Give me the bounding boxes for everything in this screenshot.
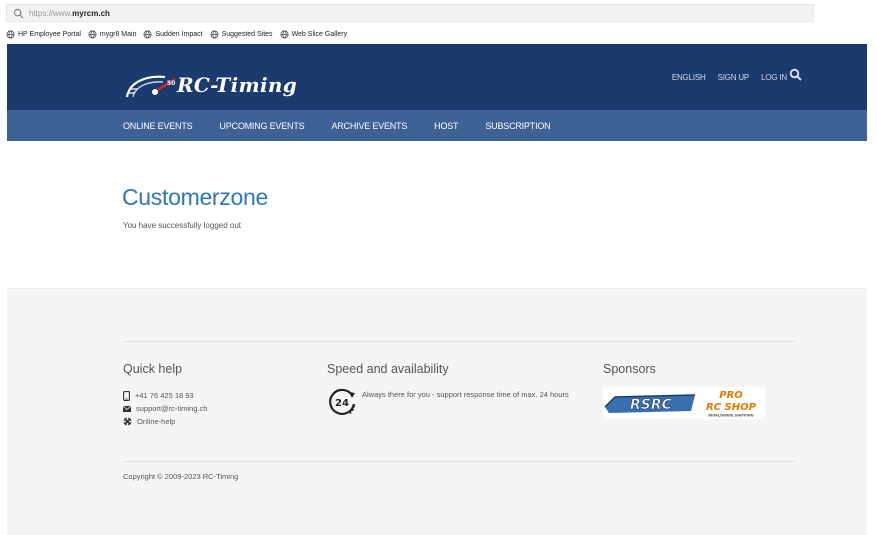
sponsors-title: Sponsors <box>603 362 656 376</box>
speed-title: Speed and availability <box>327 362 449 376</box>
favorite-web-slice-gallery[interactable]: Web Slice Gallery <box>280 30 348 39</box>
favorite-label: HP Employee Portal <box>18 30 81 38</box>
footer-divider <box>123 461 795 462</box>
nav-subscription[interactable]: SUBSCRIPTION <box>485 121 550 131</box>
favorite-label: Web Slice Gallery <box>291 30 348 38</box>
favorite-mygr8-main[interactable]: mygr8 Main <box>88 30 137 39</box>
login-link[interactable]: LOG IN <box>761 73 787 82</box>
envelope-icon <box>123 405 131 412</box>
nav-online-events[interactable]: ONLINE EVENTS <box>123 121 193 131</box>
site-header: 50 RC-Timing ENGLISH SIGN UP LOG IN <box>7 44 867 110</box>
favorite-suggested-sites[interactable]: Suggested Sites <box>210 30 273 39</box>
sponsor-tagline-text: WORLDWIDE SHIPPING <box>708 414 753 418</box>
speed-text: Always there for you - support response … <box>362 390 569 399</box>
search-icon[interactable] <box>789 68 803 82</box>
lifebuoy-icon <box>123 417 132 426</box>
page-title: Customerzone <box>122 184 268 210</box>
logo-badge: 50 <box>167 80 175 87</box>
quick-help-contacts: +41 76 425 18 93 support@rc-timing.ch On… <box>123 389 207 428</box>
nav-host[interactable]: HOST <box>434 121 458 131</box>
site-footer: Quick help +41 76 425 18 93 support@rc-t… <box>7 288 867 535</box>
phone-icon <box>123 390 130 401</box>
logout-message: You have successfully logged out <box>123 221 242 230</box>
site-logo[interactable]: 50 RC-Timing <box>123 69 303 105</box>
online-help-link[interactable]: Online-help <box>137 417 175 426</box>
copyright: Copyright © 2009-2023 RC-Timing <box>123 472 239 481</box>
clock-24-label: 24 <box>335 398 349 409</box>
favorite-hp-employee-portal[interactable]: HP Employee Portal <box>6 30 81 39</box>
sponsor-pro-rc-shop-logo[interactable]: RSRC PRO RC SHOP WORLDWIDE SHIPPING <box>603 387 765 419</box>
globe-icon <box>88 30 97 38</box>
quick-help-title: Quick help <box>123 362 183 376</box>
favorites-bar: HP Employee Portal mygr8 Main Sudden Imp… <box>6 26 354 42</box>
header-links: ENGLISH SIGN UP LOG IN <box>672 73 787 82</box>
email-row: support@rc-timing.ch <box>123 402 207 415</box>
nav-archive-events[interactable]: ARCHIVE EVENTS <box>331 121 407 131</box>
support-email[interactable]: support@rc-timing.ch <box>136 404 207 413</box>
url-host: myrcm.ch <box>72 8 110 18</box>
favorite-label: Suggested Sites <box>221 30 273 38</box>
language-link[interactable]: ENGLISH <box>672 73 706 82</box>
favorite-label: mygr8 Main <box>99 30 137 38</box>
url-prefix: https://www. <box>29 8 73 18</box>
footer-divider <box>123 341 795 342</box>
search-icon <box>13 8 24 19</box>
main-nav: ONLINE EVENTS UPCOMING EVENTS ARCHIVE EV… <box>7 110 867 141</box>
address-bar[interactable]: https://www. myrcm.ch <box>6 4 814 22</box>
logo-text: RC-Timing <box>177 73 297 97</box>
sponsor-rc-shop-text: RC SHOP <box>706 402 757 413</box>
phone-row: +41 76 425 18 93 <box>123 389 207 402</box>
globe-icon <box>6 30 15 38</box>
sponsor-rsrc-text: RSRC <box>630 397 673 413</box>
globe-icon <box>280 30 289 38</box>
help-row: Online-help <box>123 415 207 428</box>
speed-availability: 24 Always there for you - support respon… <box>327 387 587 417</box>
favorite-label: Sudden Impact <box>155 30 203 38</box>
globe-icon <box>144 30 152 38</box>
clock-24-icon: 24 <box>329 388 356 415</box>
nav-upcoming-events[interactable]: UPCOMING EVENTS <box>219 121 304 131</box>
sponsor-pro-text: PRO <box>719 390 743 401</box>
signup-link[interactable]: SIGN UP <box>718 73 750 82</box>
globe-icon <box>210 30 219 38</box>
speedometer-logo-icon: 50 <box>125 75 176 98</box>
phone-number: +41 76 425 18 93 <box>135 391 194 400</box>
favorite-sudden-impact[interactable]: Sudden Impact <box>143 30 203 39</box>
